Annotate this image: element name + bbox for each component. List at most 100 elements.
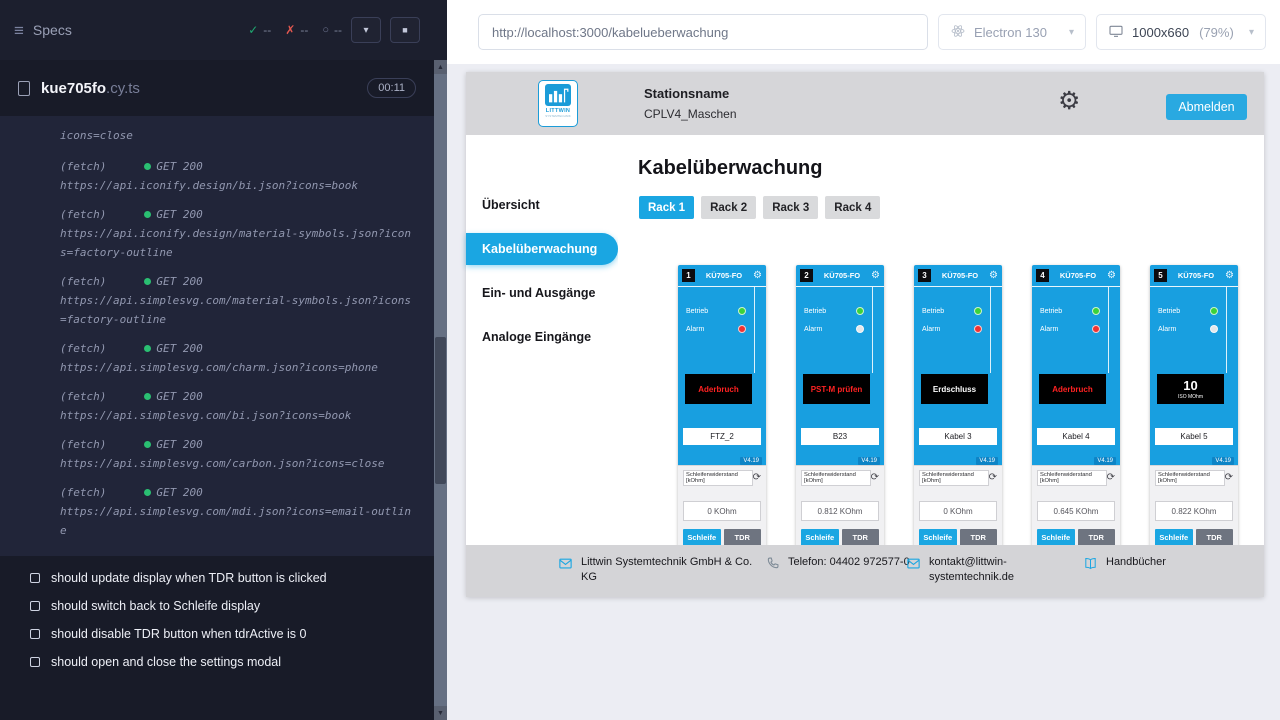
browser-selector[interactable]: Electron 130 ▾ [938, 14, 1086, 50]
log-entry[interactable]: (fetch) GET 200 https://api.simplesvg.co… [60, 435, 412, 473]
tdr-button[interactable]: TDR [1196, 529, 1234, 545]
sidebar-item-kabelueberwachung[interactable]: Kabelüberwachung [466, 233, 618, 265]
spec-extension: .cy.ts [106, 80, 140, 97]
chevron-down-icon: ▾ [363, 25, 368, 36]
card-gear-icon[interactable]: ⚙ [1225, 271, 1234, 281]
status-display: PST-M prüfen [803, 374, 870, 404]
card-number: 1 [682, 269, 695, 282]
schleife-button[interactable]: Schleife [919, 529, 957, 545]
tab-rack-1[interactable]: Rack 1 [639, 196, 694, 219]
test-item[interactable]: should open and close the settings modal [0, 648, 434, 676]
phone-icon [766, 555, 780, 575]
refresh-icon[interactable]: ⟳ [753, 473, 761, 483]
viewport-selector[interactable]: 1000x660 (79%) ▾ [1096, 14, 1266, 50]
card-model: KÜ705-FO [1170, 271, 1222, 280]
card-gear-icon[interactable]: ⚙ [753, 271, 762, 281]
status-dot [144, 345, 151, 352]
app-stage: LITTWIN SYSTEMTECHNIK Stationsname CPLV4… [447, 64, 1280, 720]
rack-tabs: Rack 1 Rack 2 Rack 3 Rack 4 [639, 196, 880, 219]
log-entry[interactable]: (fetch) GET 200 https://api.simplesvg.co… [60, 339, 412, 377]
logout-button[interactable]: Abmelden [1166, 94, 1247, 120]
firmware-version: V4.19 [1094, 457, 1116, 465]
menu-icon: ≡ [14, 22, 24, 39]
log-entry[interactable]: (fetch) GET 200 https://api.simplesvg.co… [60, 483, 412, 540]
card-header: 4 KÜ705-FO ⚙ [1032, 265, 1120, 287]
betrieb-led [1210, 307, 1218, 315]
refresh-icon[interactable]: ⟳ [1225, 473, 1233, 483]
schleife-button[interactable]: Schleife [1037, 529, 1075, 545]
ku705-card-5: 5 KÜ705-FO ⚙ Betrieb Alarm 10 ISO MOhm [1150, 265, 1238, 545]
led-panel: Betrieb Alarm [804, 307, 864, 343]
betrieb-led [974, 307, 982, 315]
spec-header: kue705fo .cy.ts 00:11 [0, 60, 434, 116]
viewport-icon [1108, 23, 1124, 42]
log-entry[interactable]: (fetch) GET 200 https://api.simplesvg.co… [60, 387, 412, 425]
cross-icon: ✗ [285, 23, 295, 37]
scroll-down-arrow[interactable]: ▼ [434, 706, 447, 720]
tab-rack-4[interactable]: Rack 4 [825, 196, 880, 219]
browser-pane: Electron 130 ▾ 1000x660 (79%) ▾ [447, 0, 1280, 720]
log-entry[interactable]: (fetch) GET 200 https://api.iconify.desi… [60, 157, 412, 195]
url-input[interactable] [478, 14, 928, 50]
tdr-button[interactable]: TDR [724, 529, 762, 545]
cable-name: FTZ_2 [683, 428, 761, 445]
led-panel: Betrieb Alarm [686, 307, 746, 343]
sidebar-item-ein-und-ausgaenge[interactable]: Ein- und Ausgänge [466, 277, 618, 309]
measurement-panel: Schleifenwiderstand [kOhm] ⟳ 0 KOhm Schl… [914, 465, 1002, 545]
stop-button[interactable]: ■ [390, 17, 420, 43]
panel-scrollbar[interactable]: ▲ ▼ [434, 60, 447, 720]
card-gear-icon[interactable]: ⚙ [1107, 271, 1116, 281]
refresh-icon[interactable]: ⟳ [1107, 473, 1115, 483]
sidebar-item-analoge-eingaenge[interactable]: Analoge Eingänge [466, 321, 618, 353]
test-item[interactable]: should disable TDR button when tdrActive… [0, 620, 434, 648]
scrollbar-thumb[interactable] [435, 337, 446, 484]
divider [1226, 287, 1227, 373]
schleife-button[interactable]: Schleife [801, 529, 839, 545]
tdr-button[interactable]: TDR [842, 529, 880, 545]
collapse-button[interactable]: ▾ [351, 17, 381, 43]
log-entry[interactable]: (fetch) GET 200 https://api.simplesvg.co… [60, 272, 412, 329]
betrieb-led [856, 307, 864, 315]
card-number: 4 [1036, 269, 1049, 282]
ku705-card-3: 3 KÜ705-FO ⚙ Betrieb Alarm Erdschluss Ka [914, 265, 1002, 545]
divider [872, 287, 873, 373]
app-main: Kabelüberwachung Rack 1 Rack 2 Rack 3 Ra… [618, 135, 1264, 545]
refresh-icon[interactable]: ⟳ [989, 473, 997, 483]
log-entry[interactable]: (fetch) GET 200 https://api.iconify.desi… [60, 205, 412, 262]
request-url: https://api.simplesvg.com/bi.json?icons=… [60, 406, 412, 425]
footer-phone[interactable]: Telefon: 04402 972577-0 [766, 555, 912, 575]
spec-name[interactable]: kue705fo [41, 80, 106, 97]
test-item[interactable]: should update display when TDR button is… [0, 564, 434, 592]
ku705-card-1: 1 KÜ705-FO ⚙ Betrieb Alarm Aderbruch FTZ [678, 265, 766, 545]
status-display: Aderbruch [1039, 374, 1106, 404]
footer-company[interactable]: Littwin Systemtechnik GmbH & Co. KG [558, 555, 758, 585]
card-gear-icon[interactable]: ⚙ [989, 271, 998, 281]
sidebar-item-uebersicht[interactable]: Übersicht [466, 189, 618, 221]
stat-pending: ○ -- [322, 23, 342, 37]
logo-mark-icon [545, 84, 571, 106]
betrieb-led [738, 307, 746, 315]
request-url: https://api.simplesvg.com/mdi.json?icons… [60, 502, 412, 540]
schleife-button[interactable]: Schleife [1155, 529, 1193, 545]
app-window: LITTWIN SYSTEMTECHNIK Stationsname CPLV4… [466, 72, 1264, 597]
littwin-logo: LITTWIN SYSTEMTECHNIK [538, 80, 578, 127]
test-item[interactable]: should switch back to Schleife display [0, 592, 434, 620]
footer-email[interactable]: kontakt@littwin-systemtechnik.de [906, 555, 1051, 585]
spec-timer: 00:11 [367, 78, 416, 98]
tdr-button[interactable]: TDR [1078, 529, 1116, 545]
schleife-button[interactable]: Schleife [683, 529, 721, 545]
settings-gear-icon[interactable]: ⚙ [1058, 85, 1080, 118]
tab-rack-2[interactable]: Rack 2 [701, 196, 756, 219]
command-log: icons=close (fetch) GET 200 https://api.… [0, 116, 434, 556]
card-gear-icon[interactable]: ⚙ [871, 271, 880, 281]
scroll-up-arrow[interactable]: ▲ [434, 60, 447, 74]
cable-name: Kabel 3 [919, 428, 997, 445]
specs-toggle-button[interactable]: ≡ Specs [14, 22, 72, 39]
footer-manuals[interactable]: Handbücher [1083, 555, 1166, 576]
test-list: should update display when TDR button is… [0, 556, 434, 720]
cable-name: Kabel 4 [1037, 428, 1115, 445]
card-model: KÜ705-FO [698, 271, 750, 280]
refresh-icon[interactable]: ⟳ [871, 473, 879, 483]
tdr-button[interactable]: TDR [960, 529, 998, 545]
tab-rack-3[interactable]: Rack 3 [763, 196, 818, 219]
